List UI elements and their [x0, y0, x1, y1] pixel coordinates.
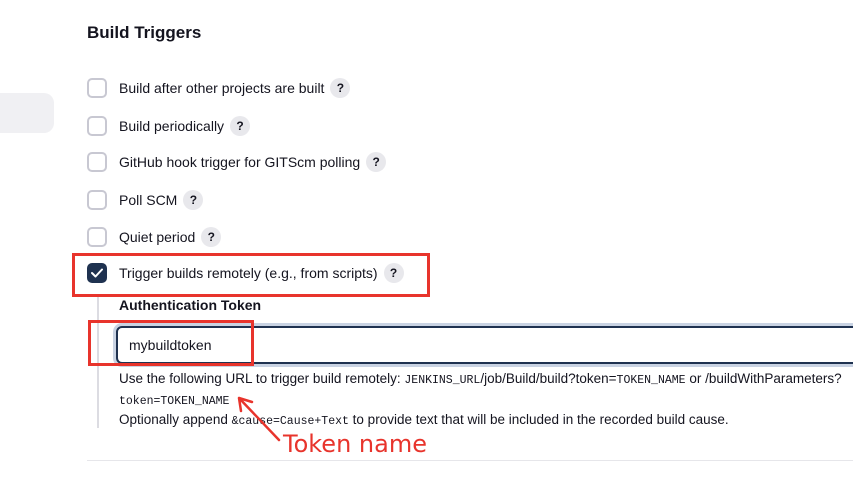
annotation-arrow-icon: [237, 396, 281, 442]
annotation-label: Token name: [283, 430, 427, 458]
